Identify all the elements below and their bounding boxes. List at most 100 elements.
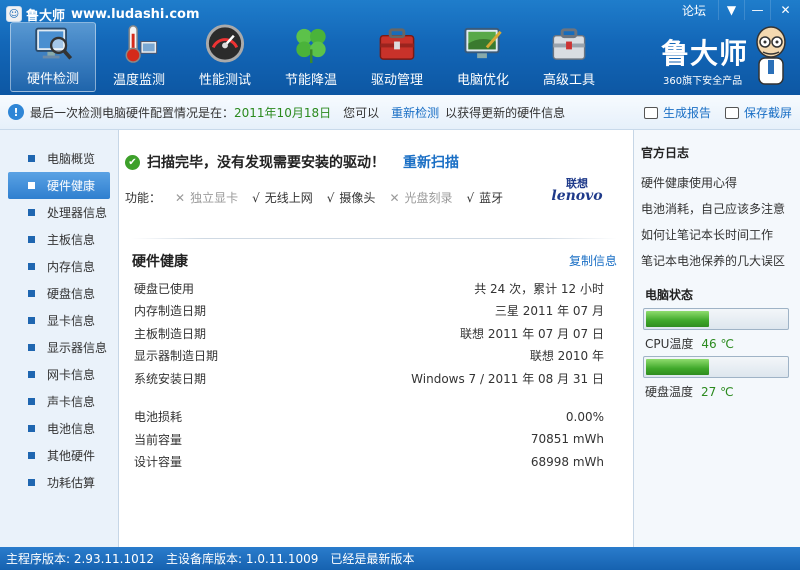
feature-disc-burner: ✕ 光盘刻录: [389, 189, 452, 206]
info-icon: !: [8, 104, 24, 120]
log-link[interactable]: 电池消耗，自己应该多注意: [641, 195, 785, 221]
db-version: 主设备库版本: 1.0.11.1009: [166, 552, 319, 566]
bullet-icon: [28, 263, 35, 270]
status-bar: 主程序版本: 2.93.11.1012 主设备库版本: 1.0.11.1009 …: [0, 547, 800, 570]
title-bar: ☺ 鲁大师 www.ludashi.com: [6, 5, 200, 24]
sidebar-item-label: 显示器信息: [47, 341, 108, 355]
table-row: 系统安装日期 Windows 7 / 2011 年 08 月 31 日: [134, 367, 604, 390]
features-label: 功能：: [125, 191, 162, 205]
logo-en: lenovo: [551, 188, 603, 204]
camera-icon: [724, 106, 739, 119]
sidebar-item-network[interactable]: 网卡信息: [8, 361, 110, 388]
sidebar-item-monitor[interactable]: 显示器信息: [8, 334, 110, 361]
printer-icon: [643, 106, 658, 119]
section-title: 硬件健康: [132, 254, 188, 270]
row-value: 68998 mWh: [530, 454, 604, 469]
save-screenshot-button[interactable]: 保存截屏: [724, 104, 792, 121]
feature-label: 蓝牙: [479, 191, 504, 205]
brand-name: 鲁大师: [661, 37, 749, 70]
sidebar-item-label: 网卡信息: [47, 368, 96, 382]
sidebar-item-hardware-health[interactable]: 硬件健康: [8, 172, 110, 199]
bullet-icon: [28, 209, 35, 216]
toolbox-icon: [379, 28, 415, 60]
bullet-icon: [28, 452, 35, 459]
brand-logo: 鲁大师 360旗下安全产品: [655, 26, 795, 90]
redetect-link[interactable]: 重新检测: [391, 104, 439, 121]
table-row: 电池损耗 0.00%: [134, 406, 604, 429]
bullet-icon: [28, 290, 35, 297]
rescan-link[interactable]: 重新扫描: [403, 152, 459, 172]
nav-energy-saving[interactable]: 节能降温: [268, 22, 354, 92]
generate-report-button[interactable]: 生成报告: [643, 104, 711, 121]
sidebar-item-overview[interactable]: 电脑概览: [8, 145, 110, 172]
row-value: 0.00%: [565, 409, 604, 424]
cpu-temp-bar: [643, 308, 789, 330]
info-actions: 生成报告 保存截屏: [630, 95, 792, 130]
clover-icon: [296, 28, 326, 64]
row-value: 联想 2011 年 07 月 07 日: [460, 326, 604, 341]
sidebar-item-label: 电脑概览: [47, 152, 96, 166]
nav-label: 驱动管理: [370, 73, 423, 88]
nav-driver-management[interactable]: 驱动管理: [354, 22, 440, 92]
official-log-title: 官方日志: [641, 146, 690, 160]
sidebar-item-disk[interactable]: 硬盘信息: [8, 280, 110, 307]
forum-link[interactable]: 论坛: [682, 2, 706, 19]
cross-icon: ✕: [175, 190, 186, 205]
nav-pc-optimize[interactable]: 电脑优化: [440, 22, 526, 92]
row-label: 内存制造日期: [134, 304, 207, 319]
minimize-icon[interactable]: —: [744, 0, 770, 20]
log-list: 硬件健康使用心得 电池消耗，自己应该多注意 如何让笔记本长时间工作 笔记本电池保…: [641, 169, 785, 273]
speedometer-icon: [205, 24, 245, 63]
row-spacer: [134, 390, 604, 406]
divider: [131, 238, 617, 239]
sidebar-item-label: 硬件健康: [47, 179, 96, 193]
sidebar-item-label: 主板信息: [47, 233, 96, 247]
app-name: 鲁大师: [26, 8, 66, 24]
bullet-icon: [28, 236, 35, 243]
nav-hardware-check[interactable]: 硬件检测: [10, 22, 96, 92]
nav-temperature[interactable]: 温度监测: [96, 22, 182, 92]
checkmark-icon: ✔: [125, 154, 140, 170]
check-icon: √: [466, 190, 475, 205]
pc-status-title: 电脑状态: [645, 288, 694, 302]
table-row: 显示器制造日期 联想 2010 年: [134, 345, 604, 368]
row-label: 硬盘已使用: [134, 281, 195, 296]
close-icon[interactable]: ✕: [770, 0, 800, 20]
mascot-icon: [756, 26, 786, 85]
sidebar-item-power[interactable]: 功耗估算: [8, 469, 110, 496]
sidebar-item-label: 处理器信息: [47, 206, 108, 220]
bullet-icon: [28, 317, 35, 324]
row-label: 显示器制造日期: [134, 349, 219, 364]
bullet-icon: [28, 479, 35, 486]
sidebar-item-graphics[interactable]: 显卡信息: [8, 307, 110, 334]
sidebar-item-label: 其他硬件: [47, 449, 96, 463]
copy-info-link[interactable]: 复制信息: [569, 252, 617, 269]
nav-label: 性能测试: [198, 73, 251, 88]
feature-discrete-gpu: ✕ 独立显卡: [175, 189, 238, 206]
feature-bluetooth: √ 蓝牙: [467, 189, 504, 206]
header: ☺ 鲁大师 www.ludashi.com 论坛 ▼ — ✕ 硬件检测 温度监测…: [0, 0, 800, 95]
sidebar: 电脑概览 硬件健康 处理器信息 主板信息 内存信息 硬盘信息 显卡信息 显示器信…: [0, 130, 119, 547]
nav-advanced-tools[interactable]: 高级工具: [526, 22, 612, 92]
log-link[interactable]: 如何让笔记本长时间工作: [641, 221, 785, 247]
info-suffix: 以获得更新的硬件信息: [445, 105, 566, 120]
sidebar-item-label: 电池信息: [47, 422, 96, 436]
main-nav: 硬件检测 温度监测 性能测试 节能降温 驱动管理 电脑优化 高级工具: [10, 22, 612, 92]
row-value: Windows 7 / 2011 年 08 月 31 日: [411, 371, 604, 386]
toolbox-gray-icon: [552, 28, 586, 60]
sidebar-item-other[interactable]: 其他硬件: [8, 442, 110, 469]
log-link[interactable]: 笔记本电池保养的几大误区: [641, 247, 785, 273]
main-panel: ✔ 扫描完毕，没有发现需要安装的驱动！ 重新扫描 功能： ✕ 独立显卡 √ 无线上网…: [119, 130, 633, 547]
sidebar-item-memory[interactable]: 内存信息: [8, 253, 110, 280]
sidebar-item-sound[interactable]: 声卡信息: [8, 388, 110, 415]
bullet-icon: [28, 425, 35, 432]
thermometer-icon: [125, 25, 158, 63]
feature-wifi: √ 无线上网: [252, 189, 313, 206]
sidebar-item-cpu[interactable]: 处理器信息: [8, 199, 110, 226]
log-link[interactable]: 硬件健康使用心得: [641, 169, 785, 195]
menu-dropdown-icon[interactable]: ▼: [718, 0, 744, 20]
nav-label: 硬件检测: [26, 72, 79, 87]
sidebar-item-motherboard[interactable]: 主板信息: [8, 226, 110, 253]
sidebar-item-battery[interactable]: 电池信息: [8, 415, 110, 442]
nav-performance[interactable]: 性能测试: [182, 22, 268, 92]
